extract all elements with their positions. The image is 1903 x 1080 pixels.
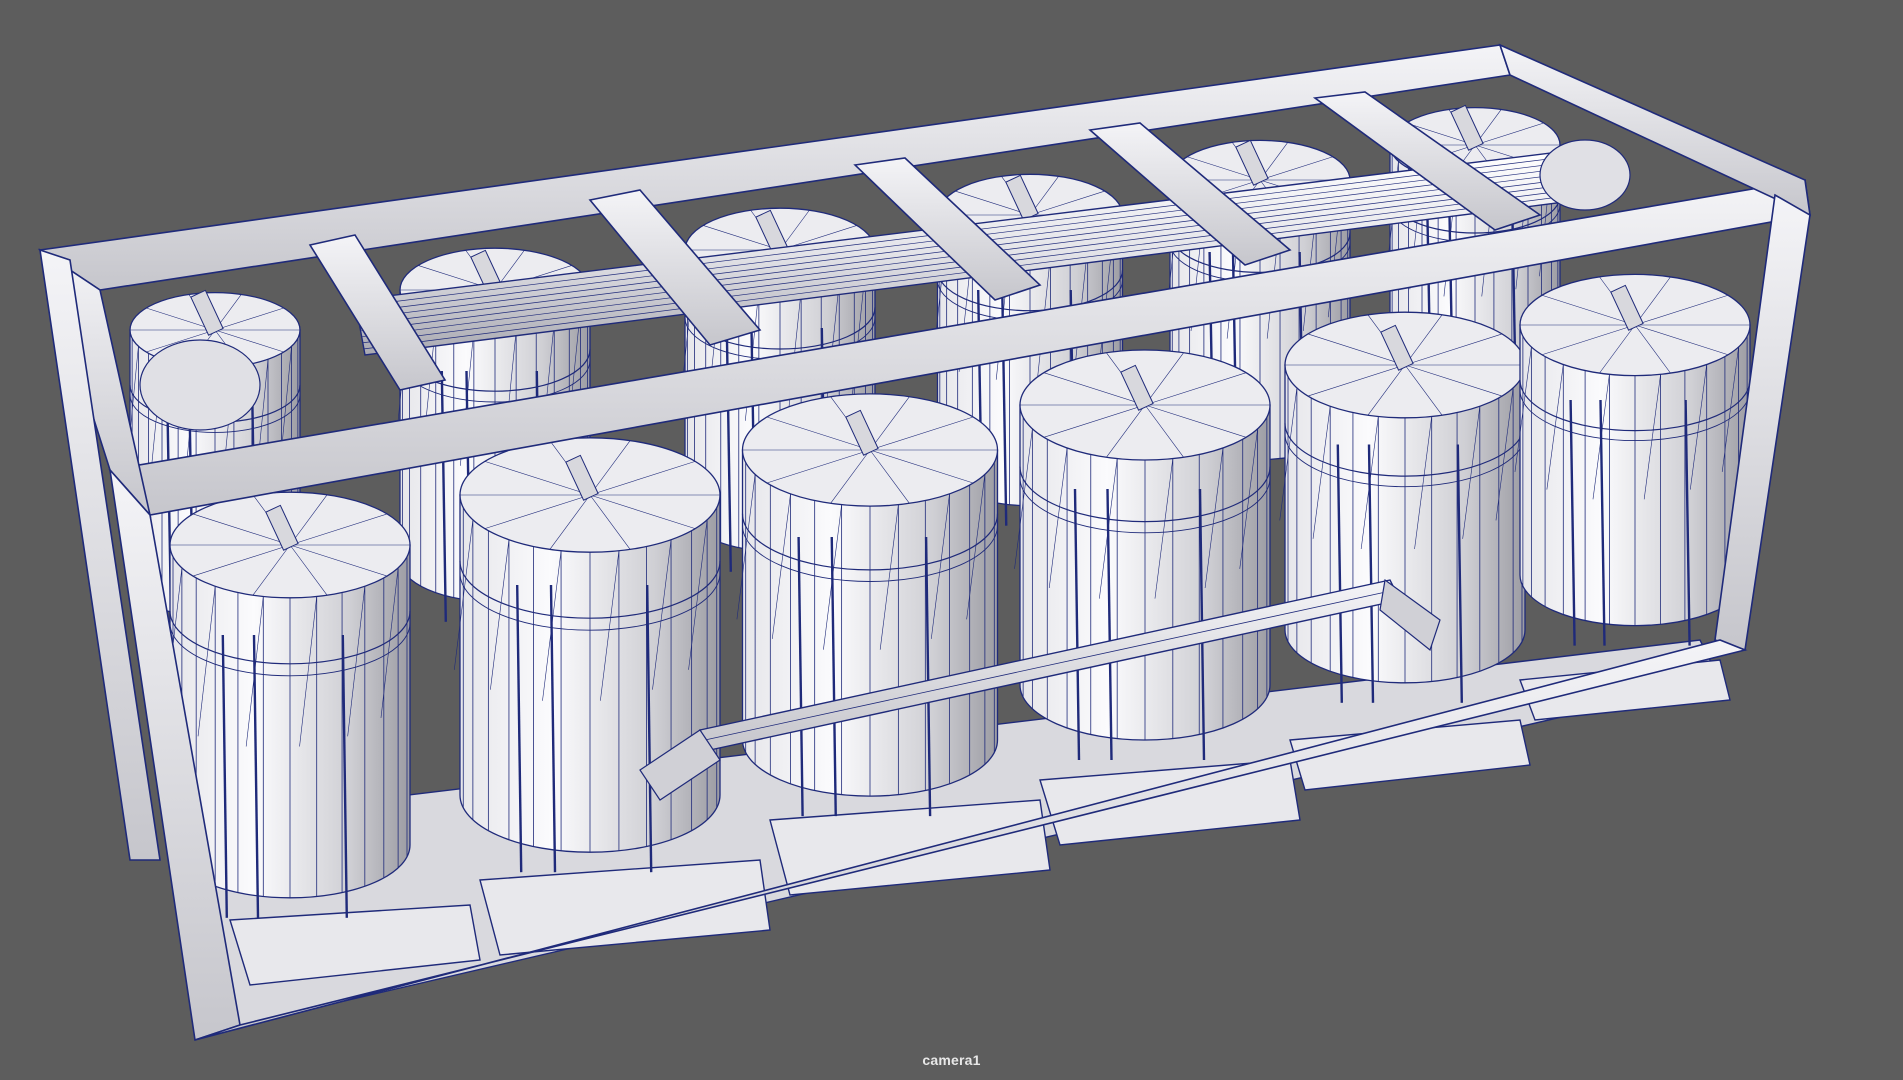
front-cylinder-3[interactable]: [736, 393, 999, 817]
front-cylinder-5[interactable]: [1279, 311, 1526, 703]
pipe-elbow-right[interactable]: [1539, 139, 1631, 211]
maya-viewport[interactable]: camera1: [0, 0, 1903, 1080]
pipe-elbow-left[interactable]: [139, 339, 261, 431]
front-cylinder-2[interactable]: [454, 437, 721, 873]
front-cylinder-4[interactable]: [1014, 349, 1271, 761]
front-cylinder-6[interactable]: [1514, 273, 1751, 646]
3d-scene[interactable]: [0, 0, 1903, 1080]
